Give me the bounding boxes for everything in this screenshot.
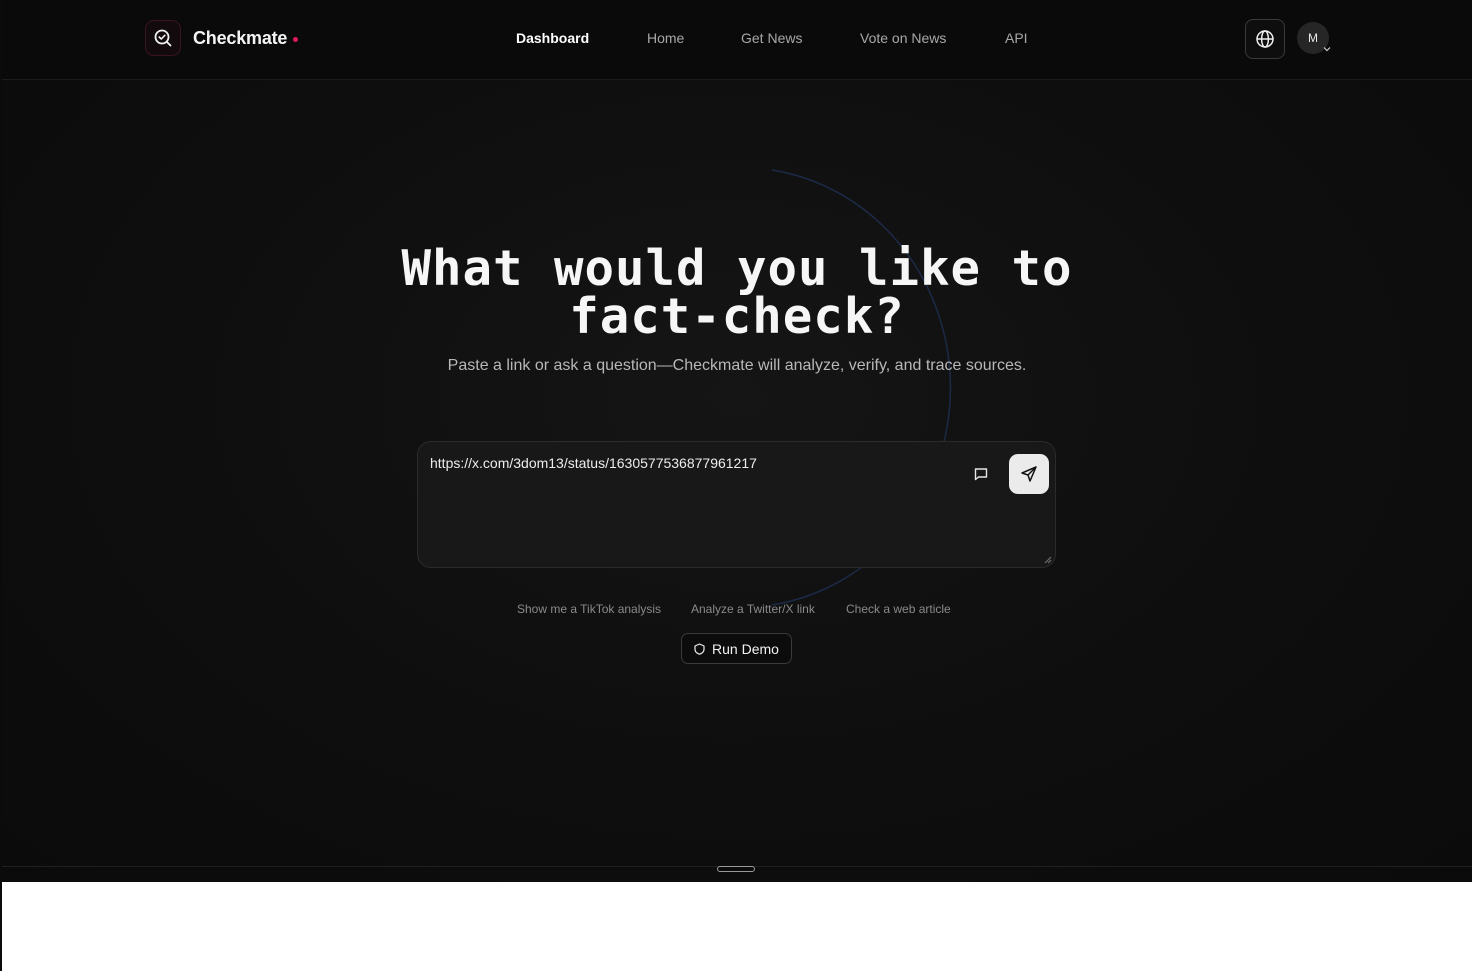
run-demo-label: Run Demo <box>712 640 779 657</box>
shield-icon <box>694 642 705 655</box>
nav-vote-on-news[interactable]: Vote on News <box>860 30 946 46</box>
nav-home[interactable]: Home <box>647 30 684 46</box>
suggestion-list: Show me a TikTok analysis Analyze a Twit… <box>2 602 1472 620</box>
app-root: Checkmate Dashboard Home Get News Vote o… <box>2 0 1472 882</box>
page-subtitle: Paste a link or ask a question—Checkmate… <box>447 357 1027 374</box>
page-title: What would you like to fact-check? <box>2 240 1472 345</box>
input-value[interactable]: https://x.com/3dom13/status/163057753687… <box>430 455 757 471</box>
drawer-handle[interactable] <box>717 866 755 872</box>
fact-check-textarea[interactable]: https://x.com/3dom13/status/163057753687… <box>417 441 1056 568</box>
avatar-initial: M <box>1308 31 1318 45</box>
send-button[interactable] <box>1009 454 1049 494</box>
resize-handle-icon[interactable] <box>1044 556 1052 564</box>
top-navbar: Checkmate Dashboard Home Get News Vote o… <box>2 0 1472 80</box>
suggestion-twitter[interactable]: Analyze a Twitter/X link <box>691 602 815 616</box>
message-square-icon <box>974 468 988 481</box>
suggestion-web-article[interactable]: Check a web article <box>846 602 951 616</box>
nav-api[interactable]: API <box>1005 30 1028 46</box>
globe-icon <box>1256 30 1274 48</box>
title-line-2: fact-check? <box>569 288 905 345</box>
title-line-1: What would you like to <box>401 240 1073 297</box>
chat-mode-button[interactable] <box>969 462 993 486</box>
run-demo-button[interactable]: Run Demo <box>681 633 792 664</box>
language-button[interactable] <box>1245 19 1285 59</box>
chevron-down-icon[interactable] <box>1323 46 1331 52</box>
nav-get-news[interactable]: Get News <box>741 30 802 46</box>
send-icon <box>1021 466 1037 482</box>
nav-dashboard[interactable]: Dashboard <box>516 30 589 46</box>
suggestion-tiktok[interactable]: Show me a TikTok analysis <box>517 602 661 616</box>
